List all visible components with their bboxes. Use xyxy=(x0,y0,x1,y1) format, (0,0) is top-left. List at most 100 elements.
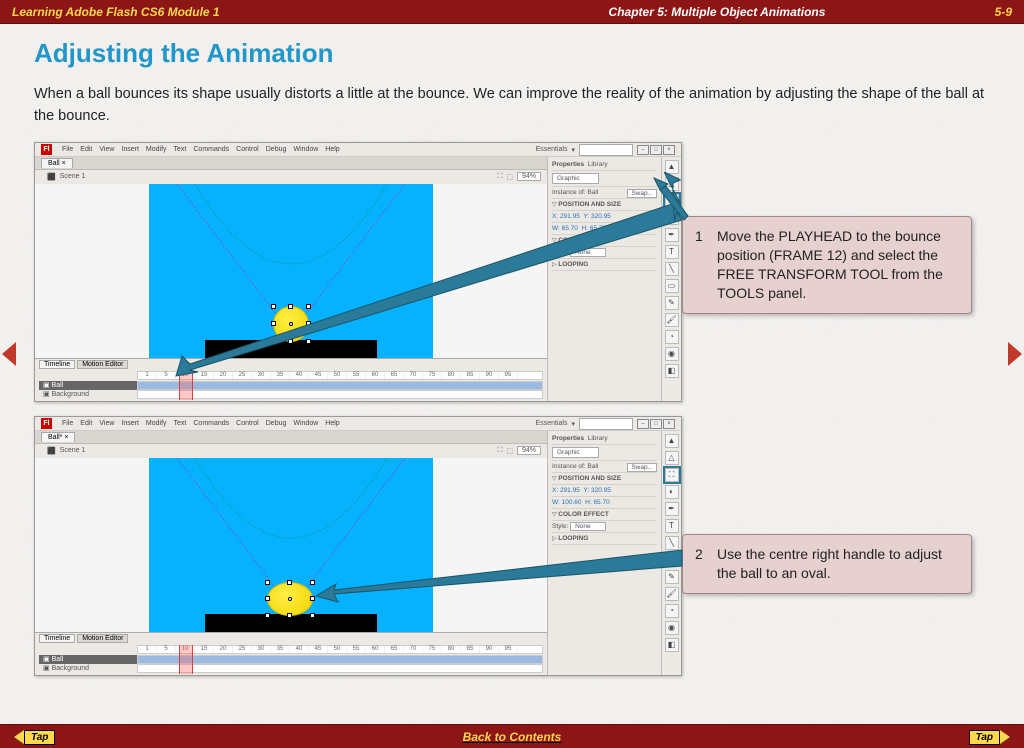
text-tool-icon[interactable]: T xyxy=(665,245,679,259)
transform-center[interactable] xyxy=(289,322,293,326)
close-icon[interactable]: × xyxy=(663,145,675,155)
transform-handle[interactable] xyxy=(265,580,270,585)
menu-insert[interactable]: Insert xyxy=(121,420,139,427)
transform-handle[interactable] xyxy=(310,580,315,585)
tap-left[interactable]: Tap xyxy=(14,728,62,746)
brush-tool-icon[interactable]: 🖌 xyxy=(665,313,679,327)
menu-modify[interactable]: Modify xyxy=(146,146,167,153)
timeline-ruler[interactable]: 15101520253035404550556065707580859095 xyxy=(137,645,543,654)
menu-file[interactable]: File xyxy=(62,146,73,153)
eyedropper-tool-icon[interactable]: ◉ xyxy=(665,347,679,361)
text-tool-icon[interactable]: T xyxy=(665,519,679,533)
document-tab[interactable]: Ball × xyxy=(41,158,73,168)
timeline-track-background[interactable] xyxy=(137,664,543,673)
menu-view[interactable]: View xyxy=(99,146,114,153)
pos-x[interactable]: X: 291.95 xyxy=(552,213,580,220)
pos-y[interactable]: Y: 320.95 xyxy=(583,487,610,494)
panel-tab-properties[interactable]: Properties xyxy=(552,435,584,442)
timeline-tab[interactable]: Timeline xyxy=(39,634,75,643)
lasso-tool-icon[interactable]: ◐ xyxy=(665,211,679,225)
symbol-nav-icon[interactable]: ⛶ xyxy=(497,447,502,455)
transform-handle[interactable] xyxy=(265,613,270,618)
playhead[interactable] xyxy=(179,645,193,674)
color-effect-header[interactable]: COLOR EFFECT xyxy=(558,511,609,518)
transform-handle[interactable] xyxy=(310,613,315,618)
menu-control[interactable]: Control xyxy=(236,146,259,153)
transform-handle-right[interactable] xyxy=(310,596,315,601)
menu-window[interactable]: Window xyxy=(293,146,318,153)
style-select[interactable]: None xyxy=(570,522,606,531)
subselection-tool-icon[interactable]: △ xyxy=(665,177,679,191)
close-icon[interactable]: × xyxy=(663,419,675,429)
motion-editor-tab[interactable]: Motion Editor xyxy=(77,360,128,369)
menu-help[interactable]: Help xyxy=(325,420,339,427)
transform-handle[interactable] xyxy=(265,596,270,601)
subselection-tool-icon[interactable]: △ xyxy=(665,451,679,465)
transform-handle[interactable] xyxy=(271,339,276,344)
style-select[interactable]: None xyxy=(570,248,606,257)
zoom-level[interactable]: 94% xyxy=(517,446,541,455)
stage-area[interactable] xyxy=(35,184,547,358)
tap-right[interactable]: Tap xyxy=(962,728,1010,746)
transform-handle[interactable] xyxy=(271,321,276,326)
pen-tool-icon[interactable]: ✒ xyxy=(665,228,679,242)
timeline-ruler[interactable]: 15101520253035404550556065707580859095 xyxy=(137,371,543,380)
menu-edit[interactable]: Edit xyxy=(80,146,92,153)
free-transform-tool-icon[interactable]: ⛶ xyxy=(665,468,679,482)
minimize-icon[interactable]: – xyxy=(637,145,649,155)
looping-header[interactable]: LOOPING xyxy=(558,535,588,542)
brush-tool-icon[interactable]: 🖌 xyxy=(665,587,679,601)
menu-text[interactable]: Text xyxy=(174,420,187,427)
ball-shape-oval[interactable] xyxy=(267,582,313,616)
instance-type-select[interactable]: Graphic xyxy=(552,447,599,458)
menu-window[interactable]: Window xyxy=(293,420,318,427)
size-h[interactable]: H: 65.70 xyxy=(582,225,607,232)
menu-modify[interactable]: Modify xyxy=(146,420,167,427)
search-input[interactable] xyxy=(579,418,633,430)
menu-insert[interactable]: Insert xyxy=(121,146,139,153)
line-tool-icon[interactable]: ╲ xyxy=(665,536,679,550)
panel-tab-properties[interactable]: Properties xyxy=(552,161,584,168)
menu-view[interactable]: View xyxy=(99,420,114,427)
zoom-level[interactable]: 94% xyxy=(517,172,541,181)
pen-tool-icon[interactable]: ✒ xyxy=(665,502,679,516)
transform-handle[interactable] xyxy=(288,339,293,344)
menu-debug[interactable]: Debug xyxy=(266,420,287,427)
scene-name[interactable]: Scene 1 xyxy=(60,447,86,454)
timeline-track-ball[interactable] xyxy=(137,381,543,390)
color-effect-header[interactable]: COLOR EFFECT xyxy=(558,237,609,244)
maximize-icon[interactable]: □ xyxy=(650,145,662,155)
menu-edit[interactable]: Edit xyxy=(80,420,92,427)
selection-tool-icon[interactable]: ▲ xyxy=(665,434,679,448)
instance-type-select[interactable]: Graphic xyxy=(552,173,599,184)
timeline-tab[interactable]: Timeline xyxy=(39,360,75,369)
stage-area[interactable] xyxy=(35,458,547,632)
minimize-icon[interactable]: – xyxy=(637,419,649,429)
transform-handle[interactable] xyxy=(287,613,292,618)
pencil-tool-icon[interactable]: ✎ xyxy=(665,296,679,310)
menu-debug[interactable]: Debug xyxy=(266,146,287,153)
eyedropper-tool-icon[interactable]: ◉ xyxy=(665,621,679,635)
rectangle-tool-icon[interactable]: ▭ xyxy=(665,553,679,567)
position-size-header[interactable]: POSITION AND SIZE xyxy=(558,475,621,482)
back-to-contents-link[interactable]: Back to Contents xyxy=(463,730,562,744)
workspace-label[interactable]: Essentials xyxy=(536,146,568,153)
search-input[interactable] xyxy=(579,144,633,156)
transform-center[interactable] xyxy=(288,597,292,601)
swap-button[interactable]: Swap... xyxy=(627,189,657,198)
size-h[interactable]: H: 65.70 xyxy=(585,499,610,506)
swap-button[interactable]: Swap... xyxy=(627,463,657,472)
menu-commands[interactable]: Commands xyxy=(193,420,229,427)
symbol-nav-icon[interactable]: ⬚ xyxy=(506,173,513,181)
menu-text[interactable]: Text xyxy=(174,146,187,153)
paint-bucket-tool-icon[interactable]: ◔ xyxy=(665,330,679,344)
rectangle-tool-icon[interactable]: ▭ xyxy=(665,279,679,293)
playhead[interactable] xyxy=(179,371,193,400)
ball-shape[interactable] xyxy=(273,306,309,342)
line-tool-icon[interactable]: ╲ xyxy=(665,262,679,276)
selection-tool-icon[interactable]: ▲ xyxy=(665,160,679,174)
size-w[interactable]: W: 65.70 xyxy=(552,225,578,232)
menu-control[interactable]: Control xyxy=(236,420,259,427)
size-w[interactable]: W: 100.60 xyxy=(552,499,582,506)
symbol-nav-icon[interactable]: ⬚ xyxy=(506,447,513,455)
